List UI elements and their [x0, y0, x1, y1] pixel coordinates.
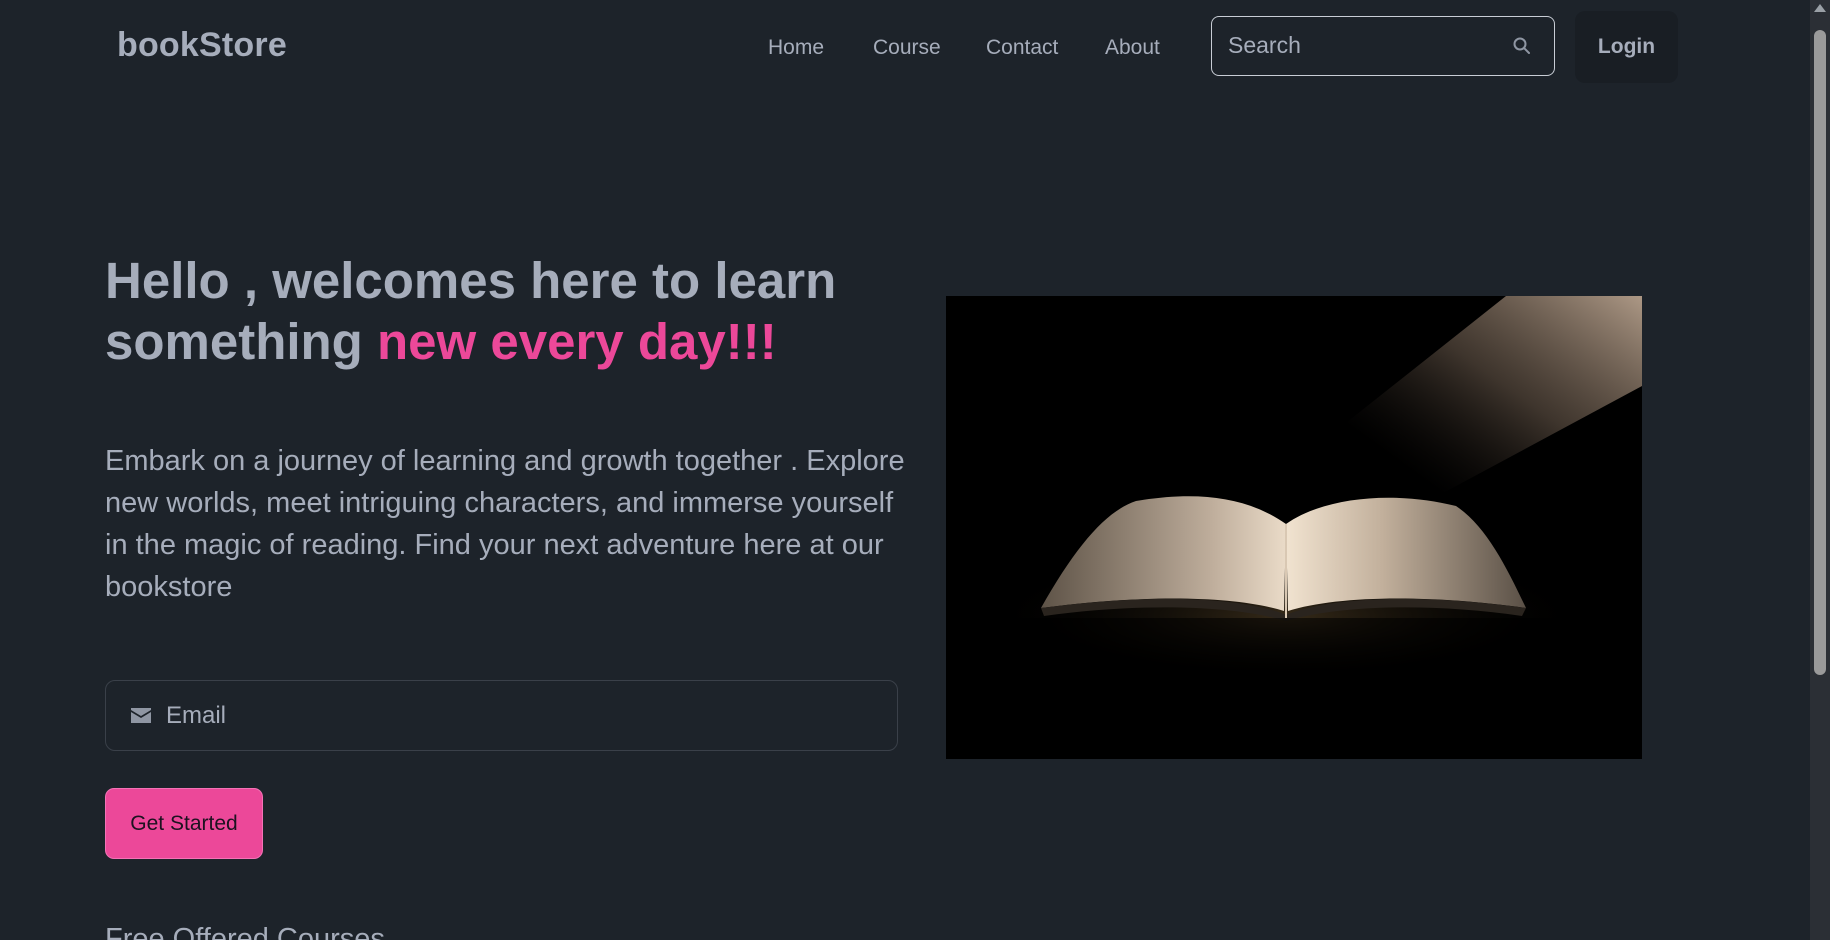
nav-link-course[interactable]: Course — [873, 36, 941, 60]
hero-title-accent: new every day!!! — [377, 313, 777, 370]
hero-book-image — [946, 296, 1642, 759]
brand-logo[interactable]: bookStore — [117, 26, 287, 65]
login-button[interactable]: Login — [1575, 11, 1678, 83]
hero-description: Embark on a journey of learning and grow… — [105, 445, 905, 603]
search-input[interactable] — [1228, 17, 1498, 74]
nav-link-home[interactable]: Home — [768, 36, 824, 60]
section-heading-free-courses: Free Offered Courses — [105, 923, 385, 940]
envelope-icon — [131, 708, 151, 723]
open-book-image — [946, 296, 1642, 759]
scroll-up-arrow-icon[interactable] — [1814, 4, 1826, 12]
nav-link-about[interactable]: About — [1105, 36, 1160, 60]
hero-title: Hello , welcomes here to learn something… — [105, 250, 925, 372]
search-icon[interactable] — [1512, 36, 1532, 56]
nav-link-contact[interactable]: Contact — [986, 36, 1058, 60]
get-started-button[interactable]: Get Started — [105, 788, 263, 859]
email-field — [105, 680, 898, 751]
page: bookStore Home Course Contact About Logi… — [0, 0, 1830, 940]
email-input[interactable] — [166, 681, 866, 750]
search-box — [1211, 16, 1555, 76]
vertical-scrollbar[interactable] — [1810, 0, 1830, 940]
scroll-thumb[interactable] — [1814, 30, 1826, 675]
